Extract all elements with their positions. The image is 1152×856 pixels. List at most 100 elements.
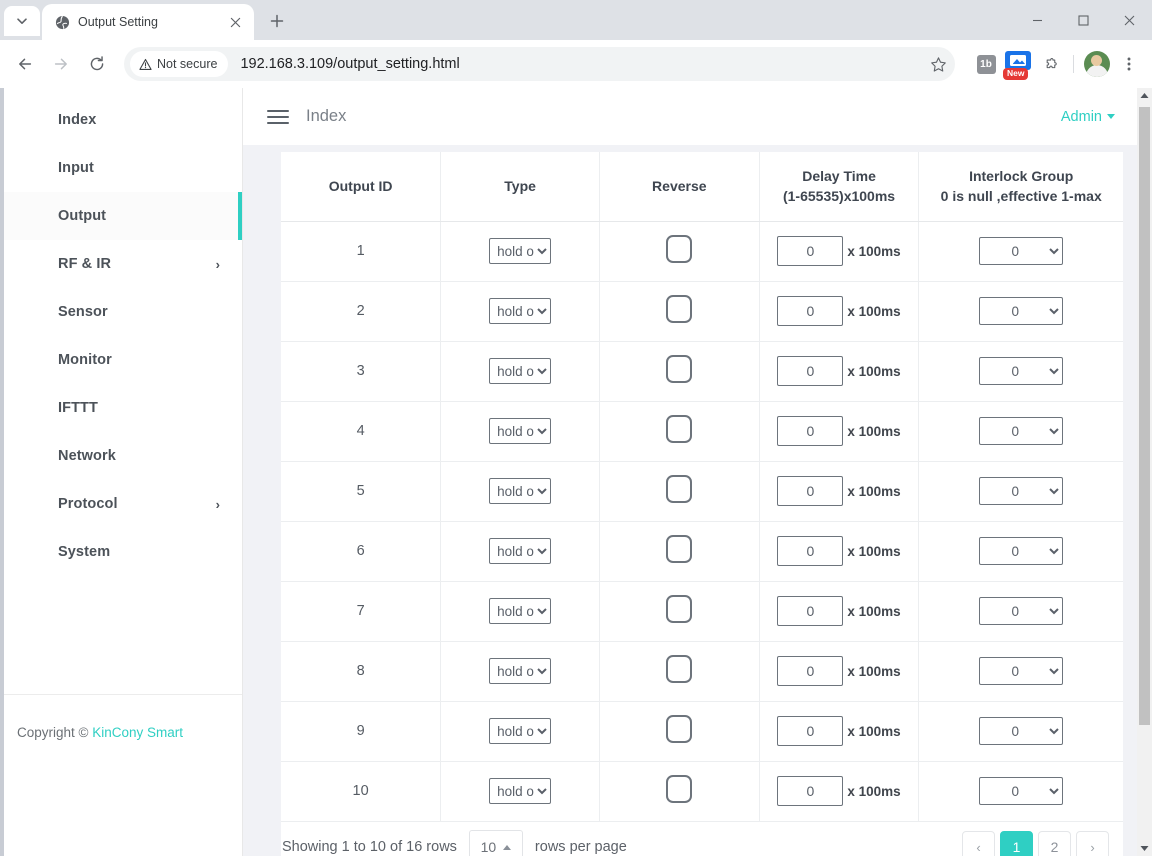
- type-select[interactable]: hold ondelayfollow: [489, 298, 552, 325]
- new-tab-button[interactable]: [260, 4, 294, 38]
- scroll-down-arrow[interactable]: [1137, 841, 1152, 856]
- type-select[interactable]: hold ondelayfollow: [489, 238, 552, 265]
- admin-menu[interactable]: Admin: [1061, 109, 1115, 125]
- sidebar-item-label: Network: [58, 448, 116, 464]
- reverse-checkbox[interactable]: [666, 535, 693, 564]
- pagination-page-2[interactable]: 2: [1038, 830, 1071, 856]
- pagination-prev-button[interactable]: ‹: [962, 830, 995, 856]
- scrollbar-thumb[interactable]: [1139, 107, 1150, 725]
- extension-new-badge: New: [1003, 68, 1029, 80]
- window-minimize-button[interactable]: [1014, 0, 1060, 40]
- reverse-checkbox[interactable]: [666, 475, 693, 504]
- profile-avatar[interactable]: [1082, 49, 1112, 79]
- pagination-page-1[interactable]: 1: [1000, 830, 1033, 856]
- extension-new-icon[interactable]: New: [1003, 49, 1033, 80]
- delay-time-input[interactable]: [777, 356, 844, 387]
- sidebar-item-sensor[interactable]: Sensor: [4, 288, 242, 336]
- cell-interlock-group: 012345: [918, 641, 1123, 702]
- browser-menu-button[interactable]: [1114, 49, 1144, 79]
- sidebar-item-monitor[interactable]: Monitor: [4, 336, 242, 384]
- hamburger-icon[interactable]: [267, 109, 289, 124]
- security-status-button[interactable]: Not secure: [130, 51, 229, 77]
- extension-counter-icon[interactable]: 1b: [971, 49, 1001, 79]
- sidebar-item-protocol[interactable]: Protocol ›: [4, 480, 242, 528]
- delay-unit-label: x 100ms: [847, 243, 901, 259]
- bookmark-star-icon[interactable]: [930, 56, 947, 73]
- reverse-checkbox[interactable]: [666, 655, 693, 684]
- extensions-puzzle-icon[interactable]: [1035, 49, 1065, 79]
- column-header-line1: Interlock Group: [969, 168, 1074, 184]
- interlock-group-select[interactable]: 012345: [979, 417, 1064, 446]
- sidebar-footer: Copyright © KinCony Smart: [4, 694, 242, 856]
- scroll-up-arrow[interactable]: [1137, 88, 1152, 103]
- interlock-group-select[interactable]: 012345: [979, 537, 1064, 566]
- cell-interlock-group: 012345: [918, 461, 1123, 522]
- delay-time-input[interactable]: [777, 596, 844, 627]
- reverse-checkbox[interactable]: [666, 415, 693, 444]
- browser-tab[interactable]: Output Setting: [42, 4, 254, 40]
- cell-delay-time: x 100ms: [759, 761, 920, 822]
- type-select[interactable]: hold ondelayfollow: [489, 778, 552, 805]
- three-dots-icon: [1127, 57, 1131, 71]
- sidebar-item-system[interactable]: System: [4, 528, 242, 576]
- interlock-group-select[interactable]: 012345: [979, 777, 1064, 806]
- sidebar-item-index[interactable]: Index: [4, 96, 242, 144]
- interlock-group-select[interactable]: 012345: [979, 237, 1064, 266]
- type-select[interactable]: hold ondelayfollow: [489, 478, 552, 505]
- rows-per-page-button[interactable]: 10: [468, 830, 523, 856]
- brand-link[interactable]: KinCony Smart: [92, 725, 183, 740]
- page-scrollbar[interactable]: [1137, 88, 1152, 856]
- copyright-text: Copyright ©: [17, 725, 93, 740]
- sidebar-item-input[interactable]: Input: [4, 144, 242, 192]
- sidebar-item-output[interactable]: Output: [4, 192, 242, 240]
- delay-time-input[interactable]: [777, 236, 844, 267]
- address-bar[interactable]: Not secure 192.168.3.109/output_setting.…: [124, 47, 955, 81]
- window-close-button[interactable]: [1106, 0, 1152, 40]
- close-icon[interactable]: [224, 11, 246, 33]
- sidebar-item-rf-ir[interactable]: RF & IR ›: [4, 240, 242, 288]
- sidebar-item-ifttt[interactable]: IFTTT: [4, 384, 242, 432]
- delay-time-input[interactable]: [777, 716, 844, 747]
- delay-time-input[interactable]: [777, 296, 844, 327]
- interlock-group-select[interactable]: 012345: [979, 717, 1064, 746]
- cell-delay-time: x 100ms: [759, 281, 920, 342]
- delay-time-input[interactable]: [777, 476, 844, 507]
- delay-time-input[interactable]: [777, 416, 844, 447]
- reverse-checkbox[interactable]: [666, 295, 693, 324]
- interlock-group-select[interactable]: 012345: [979, 477, 1064, 506]
- type-select[interactable]: hold ondelayfollow: [489, 598, 552, 625]
- table-row: 4 hold ondelayfollow x 100ms 012345: [281, 401, 1123, 462]
- reverse-checkbox[interactable]: [666, 775, 693, 804]
- pagination: ‹ 1 2 ›: [962, 830, 1109, 856]
- reverse-checkbox[interactable]: [666, 715, 693, 744]
- reverse-checkbox[interactable]: [666, 235, 693, 264]
- column-header-output-id: Output ID: [281, 152, 442, 222]
- main-content: Index Admin Output ID Type Reverse Delay Ti…: [243, 88, 1137, 856]
- interlock-group-select[interactable]: 012345: [979, 657, 1064, 686]
- pagination-next-button[interactable]: ›: [1076, 830, 1109, 856]
- reload-button[interactable]: [80, 47, 114, 81]
- delay-time-input[interactable]: [777, 536, 844, 567]
- table-row: 5 hold ondelayfollow x 100ms 012345: [281, 461, 1123, 522]
- interlock-group-select[interactable]: 012345: [979, 297, 1064, 326]
- window-maximize-button[interactable]: [1060, 0, 1106, 40]
- tab-search-button[interactable]: [4, 6, 40, 36]
- interlock-group-select[interactable]: 012345: [979, 357, 1064, 386]
- reverse-checkbox[interactable]: [666, 595, 693, 624]
- plus-icon: [270, 14, 284, 28]
- url-text: 192.168.3.109/output_setting.html: [240, 56, 460, 72]
- type-select[interactable]: hold ondelayfollow: [489, 418, 552, 445]
- type-select[interactable]: hold ondelayfollow: [489, 538, 552, 565]
- delay-time-input[interactable]: [777, 656, 844, 687]
- sidebar-item-network[interactable]: Network: [4, 432, 242, 480]
- type-select[interactable]: hold ondelayfollow: [489, 718, 552, 745]
- forward-button[interactable]: [44, 47, 78, 81]
- type-select[interactable]: hold ondelayfollow: [489, 658, 552, 685]
- reverse-checkbox[interactable]: [666, 355, 693, 384]
- back-button[interactable]: [8, 47, 42, 81]
- delay-time-input[interactable]: [777, 776, 844, 807]
- table-row: 6 hold ondelayfollow x 100ms 012345: [281, 521, 1123, 582]
- sidebar-nav: Index Input Output RF & IR › Sensor Monitor IFT…: [4, 88, 242, 576]
- type-select[interactable]: hold ondelayfollow: [489, 358, 552, 385]
- interlock-group-select[interactable]: 012345: [979, 597, 1064, 626]
